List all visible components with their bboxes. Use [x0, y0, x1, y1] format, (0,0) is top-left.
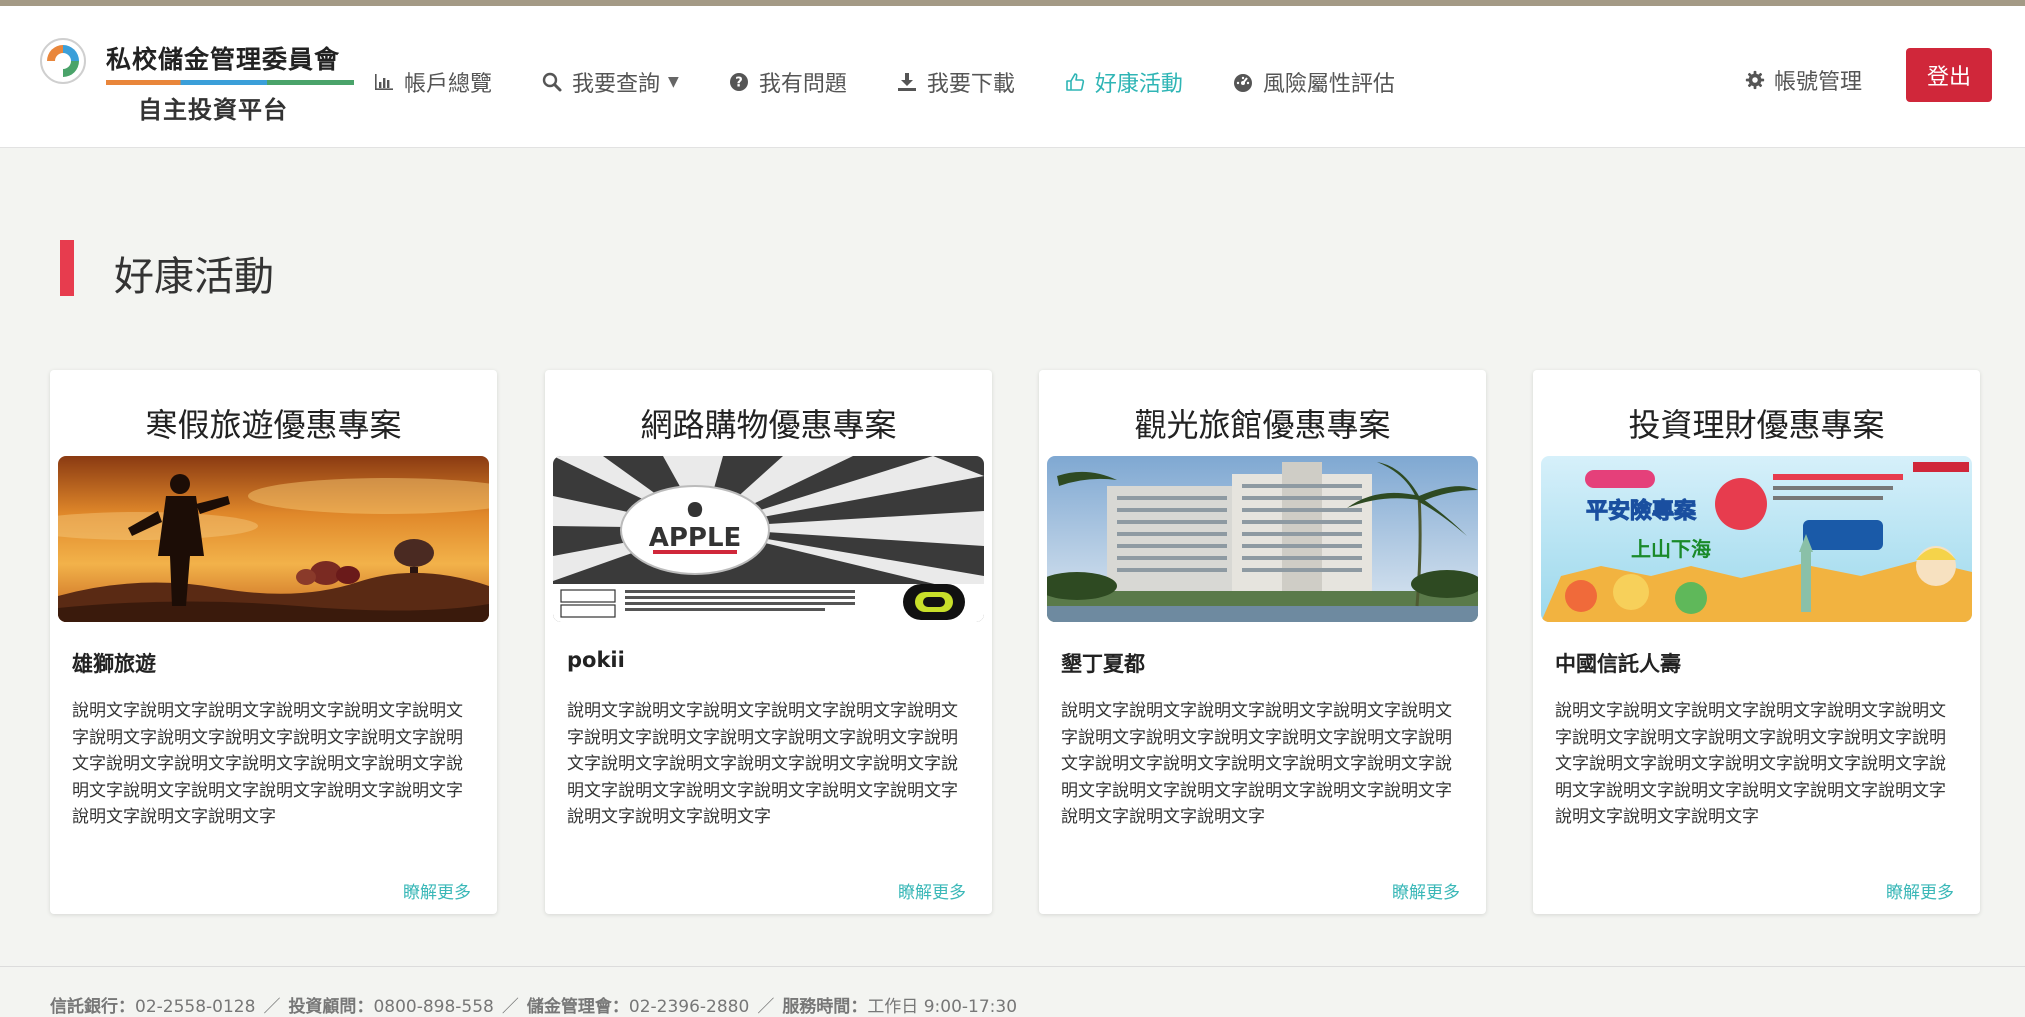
card-image-apple-promo[interactable]: APPLE — [553, 456, 984, 622]
thumbs-up-icon — [1066, 73, 1084, 91]
nav-download[interactable]: 我要下載 — [895, 66, 1015, 98]
card-image-sunset-balloons[interactable] — [58, 456, 489, 622]
card-provider-name: 雄獅旅遊 — [72, 652, 156, 676]
account-label: 帳號管理 — [1774, 70, 1863, 95]
main-nav: 帳戶總覽 我要查詢 ▼ ? 我有問題 我要下載 好康活動 風險屬性評估 — [372, 62, 1443, 102]
card-description: 說明文字說明文字說明文字說明文字說明文字說明文字說明文字說明文字說明文字說明文字… — [567, 701, 958, 827]
apple-brand-text: APPLE — [649, 523, 742, 553]
nav-label: 好康活動 — [1094, 72, 1183, 97]
learn-more-link[interactable]: 瞭解更多 — [898, 878, 966, 903]
brand-color-bar — [106, 80, 354, 85]
promo-card-investment: 投資理財優惠專案 平安險專案 上山下海 中國信託人壽 說明文字說明文字說明文字說… — [1533, 370, 1980, 914]
footer-label: 服務時間 — [782, 997, 851, 1017]
card-description: 說明文字說明文字說明文字說明文字說明文字說明文字說明文字說明文字說明文字說明文字… — [1061, 701, 1452, 827]
gear-icon — [1745, 70, 1765, 90]
footer-value: 02-2396-2880 — [628, 997, 750, 1017]
footer-colon: ： — [356, 997, 374, 1017]
chevron-down-icon: ▼ — [668, 74, 679, 90]
nav-risk-assessment[interactable]: 風險屬性評估 — [1231, 66, 1395, 98]
card-description: 說明文字說明文字說明文字說明文字說明文字說明文字說明文字說明文字說明文字說明文字… — [72, 701, 463, 827]
footer-value: 0800-898-558 — [373, 997, 494, 1017]
card-title: 寒假旅遊優惠專案 — [145, 406, 402, 444]
footer-separator: ／ — [263, 997, 281, 1017]
logo-mark-icon — [40, 38, 86, 84]
footer-separator: ／ — [501, 997, 519, 1017]
card-title: 網路購物優惠專案 — [640, 406, 897, 444]
footer-divider — [0, 966, 2025, 967]
promo-card-online-shopping: 網路購物優惠專案 APPLE pokii 說明文字說明文字說明文字說明文字說明文… — [545, 370, 992, 914]
brand-subtitle: 自主投資平台 — [138, 96, 288, 124]
page-title: 好康活動 — [114, 254, 274, 300]
footer-colon: ： — [611, 997, 629, 1017]
question-circle-icon: ? — [729, 73, 748, 91]
brand-logo[interactable]: 私校儲金管理委員會 自主投資平台 — [38, 36, 354, 124]
footer-value: 02-2558-0128 — [135, 997, 256, 1017]
nav-label: 我要下載 — [926, 72, 1015, 97]
download-icon — [897, 73, 916, 91]
nav-faq[interactable]: ? 我有問題 — [727, 66, 847, 98]
card-provider-name: 中國信託人壽 — [1555, 652, 1681, 676]
brand-name: 私校儲金管理委員會 — [106, 45, 341, 74]
card-provider-name: pokii — [567, 648, 625, 672]
card-image-hotel-building[interactable] — [1047, 456, 1478, 622]
footer-label: 信託銀行 — [50, 997, 118, 1017]
svg-text:?: ? — [735, 76, 743, 91]
dashboard-icon — [1233, 74, 1252, 92]
footer-colon: ： — [118, 997, 135, 1017]
title-accent-bar — [60, 240, 74, 296]
header: 私校儲金管理委員會 自主投資平台 帳戶總覽 我要查詢 ▼ ? 我有問題 我要下載… — [0, 6, 2025, 148]
learn-more-link[interactable]: 瞭解更多 — [1886, 878, 1954, 903]
learn-more-link[interactable]: 瞭解更多 — [1392, 878, 1460, 903]
footer-colon: ： — [850, 997, 868, 1017]
footer-contact-info: 信託銀行：02-2558-0128 ／投資顧問：0800-898-558 ／儲金管理… — [50, 992, 1017, 1017]
footer-value: 工作日 9:00-17:30 — [867, 997, 1018, 1017]
nav-promotions[interactable]: 好康活動 — [1063, 66, 1183, 98]
account-management-link[interactable]: 帳號管理 — [1744, 64, 1862, 96]
footer-label: 投資顧問 — [288, 997, 357, 1017]
bar-chart-icon — [375, 74, 393, 90]
card-provider-name: 墾丁夏都 — [1061, 652, 1145, 676]
promo-subline-text: 上山下海 — [1631, 537, 1711, 561]
learn-more-link[interactable]: 瞭解更多 — [403, 878, 471, 903]
footer-separator: ／ — [757, 997, 775, 1017]
nav-label: 我有問題 — [758, 72, 847, 97]
promo-card-hotel: 觀光旅館優惠專案 墾丁夏都 說明文字說明文字說明文字說明文字說明文字說明文字說明… — [1039, 370, 1486, 914]
nav-label: 風險屬性評估 — [1262, 72, 1395, 97]
nav-label: 帳戶總覽 — [404, 72, 493, 97]
card-title: 觀光旅館優惠專案 — [1134, 406, 1391, 444]
nav-account-overview[interactable]: 帳戶總覽 — [372, 66, 492, 98]
card-title: 投資理財優惠專案 — [1628, 406, 1885, 444]
footer-label: 儲金管理會 — [526, 997, 612, 1017]
nav-query[interactable]: 我要查詢 ▼ — [540, 66, 679, 98]
promo-card-winter-travel: 寒假旅遊優惠專案 雄獅旅遊 說明文字說明文字說明文字說明文字說明文字說明文字說明… — [50, 370, 497, 914]
card-image-insurance-promo[interactable]: 平安險專案 上山下海 — [1541, 456, 1972, 622]
logout-button[interactable]: 登出 — [1906, 48, 1992, 102]
card-description: 說明文字說明文字說明文字說明文字說明文字說明文字說明文字說明文字說明文字說明文字… — [1555, 701, 1946, 827]
nav-label: 我要查詢 — [572, 72, 661, 97]
promo-headline-text: 平安險專案 — [1586, 498, 1697, 524]
search-icon — [542, 72, 562, 92]
